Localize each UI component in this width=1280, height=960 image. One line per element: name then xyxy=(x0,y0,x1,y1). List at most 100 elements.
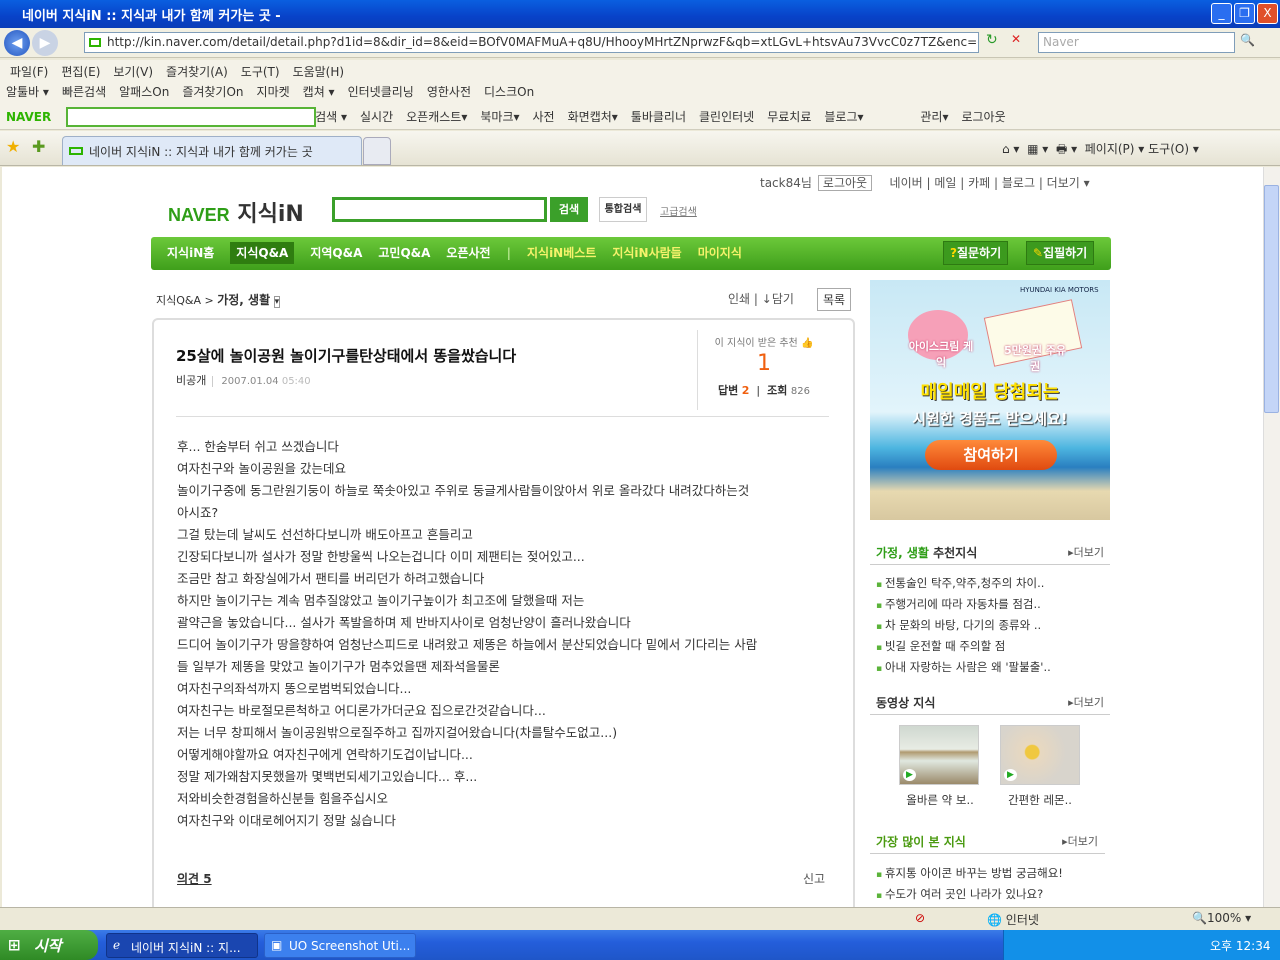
naver-tb-item[interactable]: 무료치료 xyxy=(767,108,811,125)
web-search-input[interactable]: Naver xyxy=(1038,32,1235,53)
video-thumbnail[interactable]: ▶ xyxy=(899,725,979,785)
quick-search-button[interactable]: 빠른검색 xyxy=(62,83,106,100)
search-icon[interactable]: 🔍 xyxy=(1240,33,1255,47)
print-icon[interactable]: 🖶 ▾ xyxy=(1056,142,1077,156)
rec-more-link[interactable]: ▸더보기 xyxy=(1068,544,1104,560)
video-more-link[interactable]: ▸더보기 xyxy=(1068,694,1104,710)
capture-button[interactable]: 캡쳐 ▾ xyxy=(303,83,335,100)
forward-button[interactable]: ▶ xyxy=(32,30,58,56)
advanced-search-link[interactable]: 고급검색 xyxy=(660,203,697,218)
feeds-icon[interactable]: ▦ ▾ xyxy=(1027,142,1048,156)
ad-banner[interactable]: HYUNDAI KIA MOTORS 아이스크림 케익 5만원권 주유권 매일매… xyxy=(870,280,1110,520)
nav-worry-qa[interactable]: 고민Q&A xyxy=(378,237,430,270)
refresh-icon[interactable]: ↻ xyxy=(986,32,1006,53)
naver-tb-item[interactable]: 툴바클리너 xyxy=(631,108,686,125)
home-icon[interactable]: ⌂ ▾ xyxy=(1002,142,1019,156)
alpass-button[interactable]: 알패스On xyxy=(119,83,169,100)
naver-tb-item[interactable]: 오픈캐스트▾ xyxy=(406,108,467,125)
nav-my-kin[interactable]: 마이지식 xyxy=(698,237,742,270)
nav-kin-home[interactable]: 지식iN홈 xyxy=(167,237,214,270)
menu-favorites[interactable]: 즐겨찾기(A) xyxy=(166,63,228,80)
link-naver[interactable]: 네이버 xyxy=(890,176,923,190)
kin-search-input[interactable] xyxy=(332,197,547,222)
favorites-on-button[interactable]: 즐겨찾기On xyxy=(182,83,243,100)
naver-tb-item[interactable]: 사전 xyxy=(533,108,555,125)
search-button[interactable]: 검색 xyxy=(550,197,588,222)
close-button[interactable]: X xyxy=(1257,3,1278,24)
scrollbar-thumb[interactable] xyxy=(1264,185,1279,413)
video-caption[interactable]: 올바른 약 보.. xyxy=(899,792,981,808)
naver-tb-item[interactable]: 블로그▾ xyxy=(824,108,863,125)
dictionary-button[interactable]: 영한사전 xyxy=(427,83,471,100)
write-button[interactable]: ✎집필하기 xyxy=(1026,241,1095,265)
start-button[interactable]: ⊞ 시작 xyxy=(0,930,98,960)
naver-tb-item[interactable]: 검색 ▾ xyxy=(315,108,347,125)
internet-cleaning-button[interactable]: 인터넷클리닝 xyxy=(348,83,414,100)
favorites-star-icon[interactable]: ★ xyxy=(6,137,20,156)
list-item[interactable]: 아내 자랑하는 사람은 왜 '팔불출'.. xyxy=(876,658,1051,679)
total-search-button[interactable]: 통합검색 xyxy=(599,197,647,222)
maximize-button[interactable]: ❐ xyxy=(1234,3,1255,24)
add-favorite-icon[interactable]: ✚ xyxy=(32,137,45,156)
ask-button[interactable]: ?질문하기 xyxy=(943,241,1009,265)
list-button[interactable]: 목록 xyxy=(817,288,852,311)
video-caption[interactable]: 간편한 레몬.. xyxy=(998,792,1082,808)
link-cafe[interactable]: 카페 xyxy=(968,176,990,190)
link-mail[interactable]: 메일 xyxy=(934,176,956,190)
print-link[interactable]: 인쇄 xyxy=(728,292,750,306)
menu-file[interactable]: 파일(F) xyxy=(10,63,48,80)
address-input[interactable]: http://kin.naver.com/detail/detail.php?d… xyxy=(84,32,979,53)
tools-menu[interactable]: 도구(O) ▾ xyxy=(1148,142,1199,156)
gmarket-button[interactable]: 지마켓 xyxy=(257,83,290,100)
naver-tb-item[interactable]: 북마크▾ xyxy=(480,108,519,125)
menu-edit[interactable]: 편집(E) xyxy=(61,63,100,80)
ad-cta-button[interactable]: 참여하기 xyxy=(925,440,1057,470)
save-link[interactable]: 담기 xyxy=(772,292,794,306)
breadcrumb-current[interactable]: 가정, 생활 xyxy=(217,293,270,307)
back-button[interactable]: ◀ xyxy=(4,30,30,56)
nav-open-dict[interactable]: 오픈사전 xyxy=(446,237,490,270)
taskbar-item-screenshot[interactable]: ▣ UO Screenshot Uti... xyxy=(264,933,416,958)
browser-tab[interactable]: 네이버 지식iN :: 지식과 내가 함께 커가는 곳 xyxy=(62,136,362,165)
nav-local-qa[interactable]: 지역Q&A xyxy=(310,237,362,270)
logo-naver: NAVER xyxy=(168,205,230,225)
menu-view[interactable]: 보기(V) xyxy=(113,63,153,80)
top-more-link[interactable]: ▸더보기 xyxy=(1062,833,1098,849)
logout-button[interactable]: 로그아웃 xyxy=(817,175,873,191)
altoolbar-button[interactable]: 알툴바 ▾ xyxy=(6,83,49,100)
list-item[interactable]: 수도가 여러 곳인 나라가 있나요? xyxy=(876,885,1063,906)
manage-button[interactable]: 관리▾ xyxy=(920,108,948,125)
video-thumbnail[interactable]: ▶ xyxy=(1000,725,1080,785)
nav-kin-qa[interactable]: 지식Q&A xyxy=(230,242,295,264)
minimize-button[interactable]: _ xyxy=(1211,3,1232,24)
new-tab-button[interactable] xyxy=(363,137,391,165)
page-menu[interactable]: 페이지(P) ▾ xyxy=(1085,142,1145,156)
menu-tools[interactable]: 도구(T) xyxy=(241,63,280,80)
zoom-control[interactable]: 🔍100% ▾ xyxy=(1192,911,1251,925)
report-link[interactable]: 신고 xyxy=(803,870,825,887)
naver-tb-item[interactable]: 실시간 xyxy=(360,108,393,125)
disk-on-button[interactable]: 디스크On xyxy=(484,83,534,100)
breadcrumb-parent[interactable]: 지식Q&A > xyxy=(156,294,214,307)
list-item[interactable]: 전통술인 탁주,약주,청주의 차이.. xyxy=(876,574,1051,595)
taskbar-item-ie[interactable]: ℯ 네이버 지식iN :: 지... xyxy=(106,933,258,958)
list-item[interactable]: 빗길 운전할 때 주의할 점 xyxy=(876,637,1051,658)
naver-tb-item[interactable]: 클린인터넷 xyxy=(699,108,754,125)
kin-logo[interactable]: NAVER 지식iN xyxy=(168,196,304,228)
nav-best[interactable]: 지식iN베스트 xyxy=(527,237,596,270)
naver-toolbar-search-input[interactable] xyxy=(66,107,316,127)
list-item[interactable]: 휴지통 아이콘 바꾸는 방법 궁금해요! xyxy=(876,864,1063,885)
chevron-down-icon[interactable]: ▾ xyxy=(273,296,281,308)
link-more[interactable]: 더보기 xyxy=(1047,176,1080,190)
link-blog[interactable]: 블로그 xyxy=(1002,176,1035,190)
toolbar-logout-button[interactable]: 로그아웃 xyxy=(961,108,1005,125)
thumbs-up-icon[interactable]: 👍 xyxy=(801,338,813,349)
comments-link[interactable]: 의견 5 xyxy=(177,870,212,887)
stop-icon[interactable]: ✕ xyxy=(1011,32,1031,53)
nav-people[interactable]: 지식iN사람들 xyxy=(612,237,681,270)
list-item[interactable]: 차 문화의 바탕, 다기의 종류와 .. xyxy=(876,616,1051,637)
naver-tb-item[interactable]: 화면캡처▾ xyxy=(568,108,618,125)
list-item[interactable]: 주행거리에 따라 자동차를 점검.. xyxy=(876,595,1051,616)
menu-help[interactable]: 도움말(H) xyxy=(293,63,345,80)
privacy-icon[interactable]: ⊘ xyxy=(915,911,925,925)
